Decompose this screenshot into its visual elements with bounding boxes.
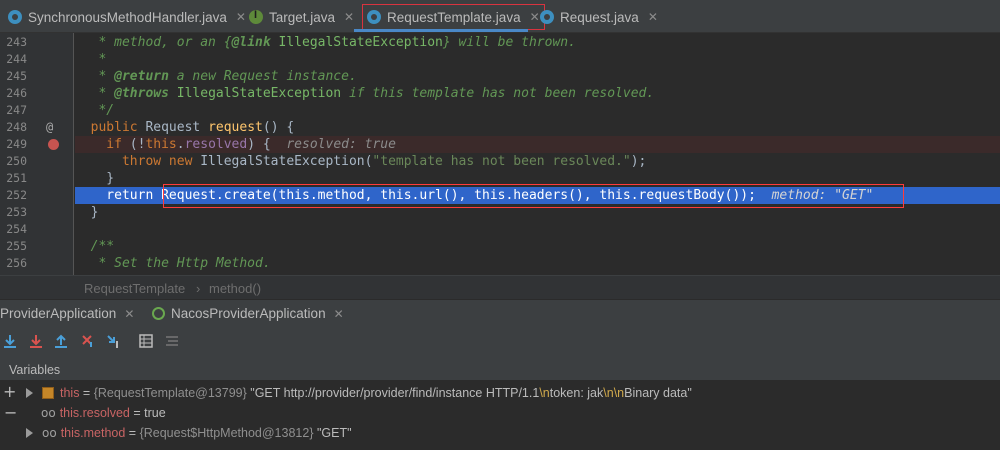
watch-glasses-icon: oo bbox=[42, 426, 57, 440]
line-number: 251 bbox=[6, 171, 27, 185]
line-number: 243 bbox=[6, 35, 27, 49]
variable-row-this[interactable]: this = {RequestTemplate@13799} "GET http… bbox=[26, 383, 692, 403]
breadcrumb-class[interactable]: RequestTemplate bbox=[84, 281, 185, 296]
code-line-244: * bbox=[75, 52, 107, 67]
step-out-icon[interactable] bbox=[53, 333, 69, 349]
code-editor[interactable]: 243 244 245 246 247 248 249 250 251 252 … bbox=[0, 33, 1000, 275]
run-tab-provider-application[interactable]: ProviderApplication ✕ bbox=[0, 306, 134, 321]
expand-arrow-icon[interactable] bbox=[26, 428, 33, 438]
code-line-243: * method, or an {@link IllegalStateExcep… bbox=[75, 35, 576, 50]
variable-name: this bbox=[60, 386, 80, 400]
line-number: 250 bbox=[6, 154, 27, 168]
watch-glasses-icon: oo bbox=[41, 406, 56, 420]
active-tab-indicator bbox=[354, 29, 528, 32]
class-icon bbox=[367, 10, 381, 24]
run-to-cursor-icon[interactable] bbox=[106, 333, 122, 349]
variables-tree[interactable]: this = {RequestTemplate@13799} "GET http… bbox=[0, 380, 1000, 450]
breadcrumb-method[interactable]: method() bbox=[209, 281, 261, 296]
tab-request[interactable]: Request.java ✕ bbox=[540, 4, 658, 30]
line-number: 244 bbox=[6, 52, 27, 66]
variable-name: this.method bbox=[60, 426, 126, 440]
variable-row-this-method[interactable]: oo this.method = {Request$HttpMethod@138… bbox=[26, 423, 352, 443]
tab-synchronous-method-handler[interactable]: SynchronousMethodHandler.java ✕ bbox=[8, 4, 246, 30]
code-line-246: * @throws IllegalStateException if this … bbox=[75, 86, 655, 101]
line-number: 253 bbox=[6, 205, 27, 219]
variables-header: Variables bbox=[9, 363, 61, 377]
line-number: 255 bbox=[6, 239, 27, 253]
close-icon[interactable]: ✕ bbox=[334, 307, 344, 321]
run-tab-nacos-provider-application[interactable]: NacosProviderApplication ✕ bbox=[152, 306, 344, 321]
drop-frame-icon[interactable] bbox=[80, 333, 96, 349]
field-icon bbox=[42, 387, 54, 399]
breadcrumb: RequestTemplate › method() bbox=[0, 275, 1000, 299]
close-icon[interactable]: ✕ bbox=[344, 10, 354, 24]
tab-label: SynchronousMethodHandler.java bbox=[28, 9, 227, 25]
editor-gutter[interactable]: 243 244 245 246 247 248 249 250 251 252 … bbox=[0, 33, 74, 275]
variable-ref: {Request$HttpMethod@13812} bbox=[139, 426, 314, 440]
tab-label: Target.java bbox=[269, 9, 336, 25]
expand-arrow-icon[interactable] bbox=[26, 388, 33, 398]
code-line-256: * Set the Http Method. bbox=[75, 256, 271, 271]
annotation-highlight-box bbox=[163, 184, 904, 208]
variable-row-this-resolved[interactable]: oo this.resolved = true bbox=[41, 403, 166, 423]
line-number: 256 bbox=[6, 256, 27, 270]
class-icon bbox=[8, 10, 22, 24]
add-watch-icon[interactable]: + bbox=[3, 382, 16, 401]
interface-icon bbox=[249, 9, 263, 24]
code-line-249: if (!this.resolved) { resolved: true bbox=[75, 136, 1000, 153]
step-over-icon[interactable] bbox=[2, 333, 18, 349]
variable-ref: {RequestTemplate@13799} bbox=[93, 386, 247, 400]
spring-boot-icon bbox=[152, 307, 165, 320]
line-number: 252 bbox=[6, 188, 27, 202]
debug-panel: ProviderApplication ✕ NacosProviderAppli… bbox=[0, 299, 1000, 450]
code-line-250: throw new IllegalStateException("templat… bbox=[75, 154, 647, 169]
evaluate-expression-icon[interactable] bbox=[138, 333, 154, 349]
line-number: 248 bbox=[6, 120, 27, 134]
close-icon[interactable]: ✕ bbox=[236, 10, 246, 24]
code-line-255: /** bbox=[75, 239, 115, 254]
close-icon[interactable]: ✕ bbox=[648, 10, 658, 24]
breakpoint-icon[interactable] bbox=[48, 139, 59, 150]
tab-target[interactable]: Target.java ✕ bbox=[249, 4, 354, 30]
class-icon bbox=[540, 10, 554, 24]
step-into-icon[interactable] bbox=[28, 333, 44, 349]
line-number: 249 bbox=[6, 137, 27, 151]
tab-label: RequestTemplate.java bbox=[387, 9, 521, 25]
inline-debug-value: resolved: true bbox=[286, 137, 396, 152]
line-number: 246 bbox=[6, 86, 27, 100]
variable-name: this.resolved bbox=[59, 406, 130, 420]
code-line-248: public Request request() { bbox=[75, 120, 295, 135]
code-line-245: * @return a new Request instance. bbox=[75, 69, 357, 84]
code-line-247: */ bbox=[75, 103, 115, 118]
override-marker-icon[interactable]: @ bbox=[46, 120, 53, 134]
remove-watch-icon[interactable]: − bbox=[4, 403, 17, 422]
close-icon[interactable]: ✕ bbox=[124, 307, 134, 321]
line-number: 254 bbox=[6, 222, 27, 236]
breadcrumb-separator: › bbox=[196, 281, 201, 296]
line-number: 245 bbox=[6, 69, 27, 83]
editor-tab-bar: SynchronousMethodHandler.java ✕ Target.j… bbox=[0, 0, 1000, 33]
line-number: 247 bbox=[6, 103, 27, 117]
debug-toolbar bbox=[0, 330, 1000, 352]
trace-stream-icon[interactable] bbox=[164, 333, 180, 349]
tab-label: Request.java bbox=[560, 9, 639, 25]
tab-request-template[interactable]: RequestTemplate.java ✕ bbox=[362, 4, 545, 30]
close-icon[interactable]: ✕ bbox=[530, 10, 540, 24]
